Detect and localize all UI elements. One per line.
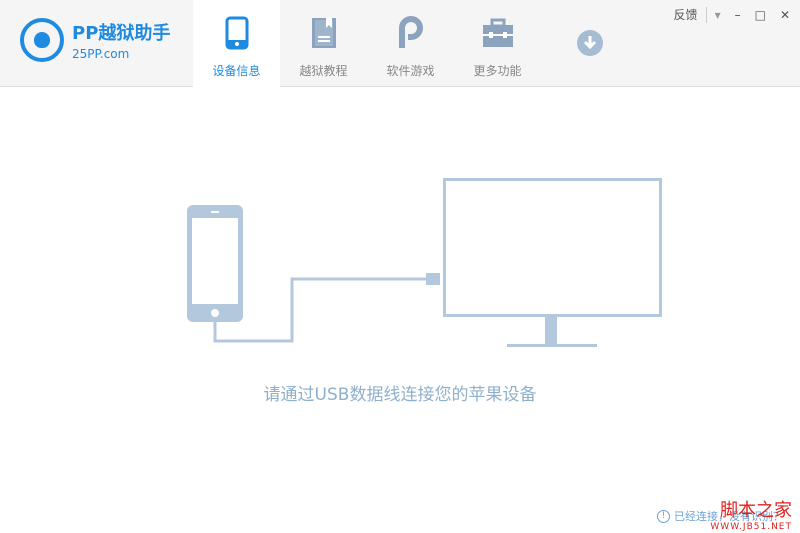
iphone-illustration: [187, 205, 243, 322]
monitor-illustration: [443, 178, 662, 347]
usb-plug: [426, 273, 440, 285]
usb-connection-illustration: [187, 178, 662, 347]
usb-cable: [213, 277, 426, 343]
connect-instruction: 请通过USB数据线连接您的苹果设备: [263, 385, 537, 405]
watermark: 脚本之家 WWW.JB51.NET: [710, 500, 792, 532]
info-icon: !: [657, 509, 670, 523]
